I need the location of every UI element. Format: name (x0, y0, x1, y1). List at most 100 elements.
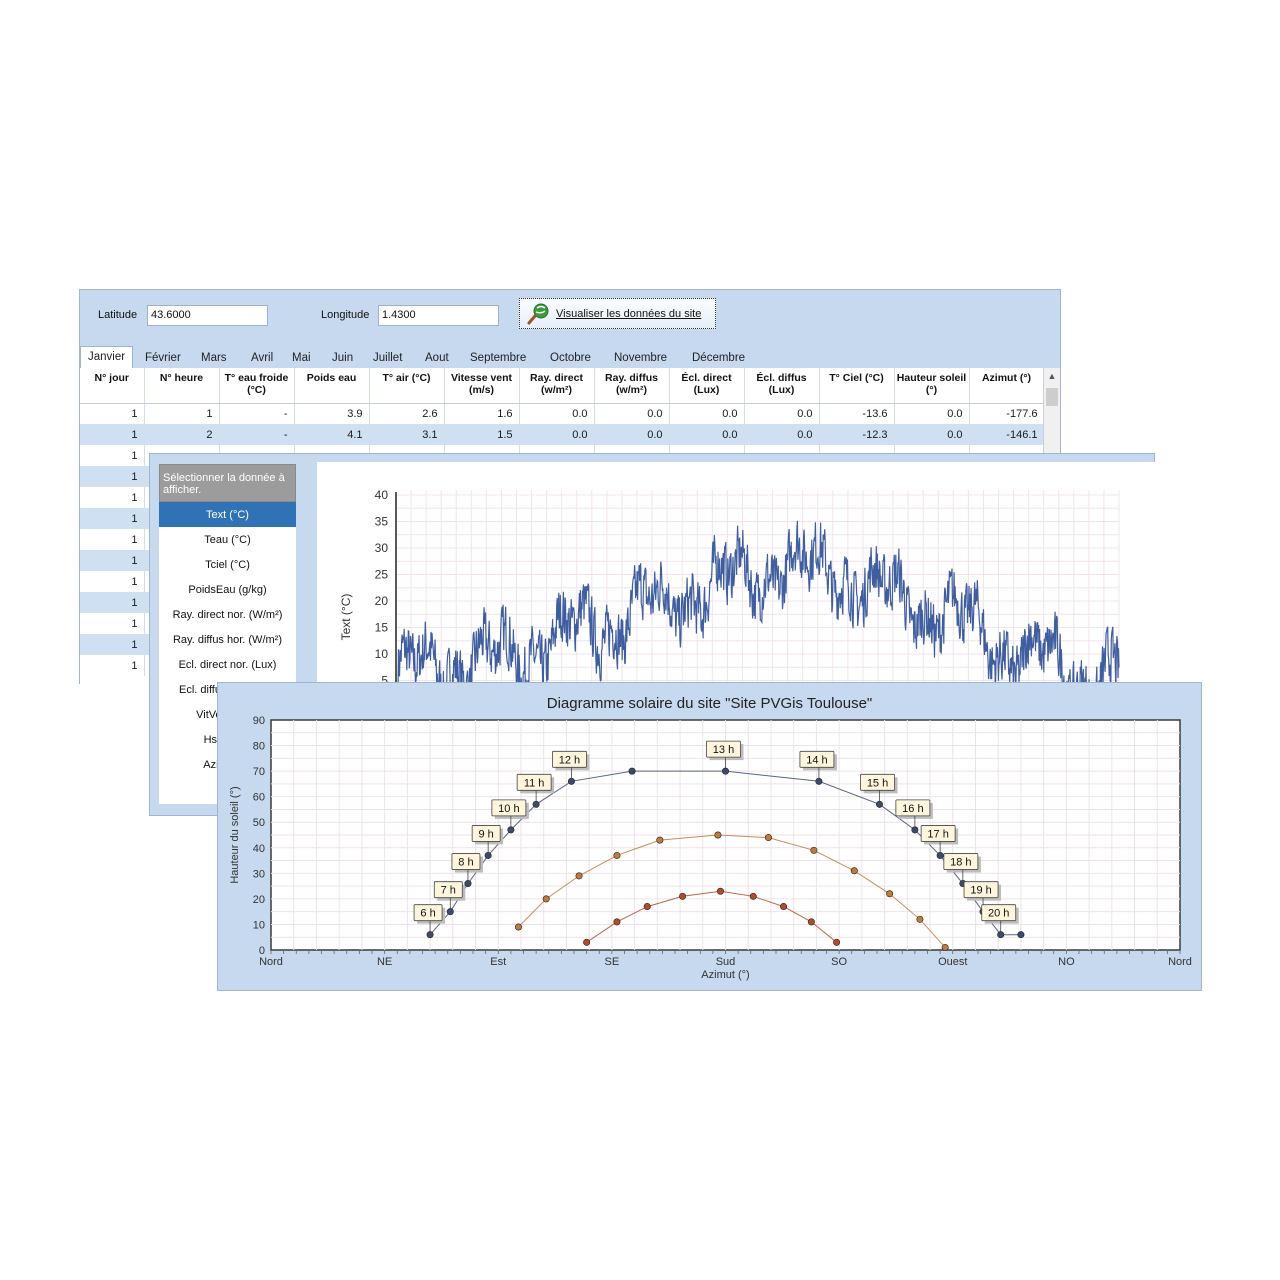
selector-item[interactable]: Tciel (°C) (159, 552, 296, 577)
y-tick-label: 20 (375, 594, 389, 608)
table-row[interactable]: 1 1-3.9 2.6 1.6 0.0 0.0 0.0 0.0 -13.6 0.0 -177.6 (80, 403, 1044, 424)
y-tick-label: 30 (375, 541, 389, 555)
table-cell: - (219, 403, 295, 424)
table-cell: 1 (80, 634, 145, 655)
selector-item[interactable]: Ray. diffus hor. (W/m²) (159, 627, 296, 652)
table-cell: 1 (80, 550, 145, 571)
y-tick-label: 40 (375, 488, 389, 502)
column-header[interactable]: Ray. diffus (w/m²) (594, 368, 670, 404)
column-header[interactable]: T° Ciel (°C) (819, 368, 895, 404)
x-tick-label: Sud (716, 956, 736, 968)
column-header[interactable]: N° heure (144, 368, 220, 404)
hour-label-text: 15 h (867, 777, 888, 789)
y-tick-label: 80 (253, 741, 265, 753)
column-header[interactable]: T° air (°C) (369, 368, 445, 404)
solar-point (583, 938, 591, 946)
solar-point (997, 931, 1005, 939)
column-header[interactable]: Azimut (°) (969, 368, 1044, 404)
column-header[interactable]: Hauteur soleil (°) (894, 368, 970, 404)
solar-point (850, 867, 858, 875)
solar-point (426, 931, 434, 939)
tab-mars[interactable]: Mars (201, 348, 227, 368)
y-tick-label: 35 (375, 515, 389, 529)
table-cell: 1 (80, 424, 145, 445)
solar-point (575, 872, 583, 880)
tab-février[interactable]: Février (145, 348, 181, 368)
solar-point (484, 851, 492, 859)
hour-label-text: 17 h (927, 828, 948, 840)
tab-mai[interactable]: Mai (292, 348, 311, 368)
tab-novembre[interactable]: Novembre (614, 348, 667, 368)
scroll-thumb[interactable] (1046, 388, 1058, 406)
visualize-site-button[interactable]: Visualiser les données du site (519, 298, 716, 329)
solar-point (613, 851, 621, 859)
solar-point (780, 903, 788, 911)
hour-label-text: 6 h (420, 908, 435, 920)
hour-label-text: 12 h (559, 754, 580, 766)
table-cell: 1 (80, 655, 145, 676)
y-axis-label: Text (°C) (339, 594, 353, 641)
solar-diagram-svg: 0102030405060708090Nord NE Est SE Sud SO Ouest… (229, 715, 1192, 981)
month-tabs: Janvier Février Mars Avril Mai Juin Juillet Aou… (80, 346, 1060, 368)
column-header[interactable]: Vitesse vent (m/s) (444, 368, 520, 404)
hour-label-text: 11 h (524, 777, 545, 789)
x-axis-label: Azimut (°) (701, 969, 749, 981)
hour-label-text: 8 h (458, 857, 473, 869)
table-cell: 2.6 (369, 403, 445, 424)
tab-juillet[interactable]: Juillet (373, 348, 402, 368)
table-row[interactable]: 1 2-4.1 3.1 1.5 0.0 0.0 0.0 0.0 -12.3 0.0 -146.1 (80, 424, 1044, 445)
selector-item[interactable]: PoidsEau (g/kg) (159, 577, 296, 602)
column-header[interactable]: Ray. direct (w/m²) (519, 368, 595, 404)
column-header[interactable]: T° eau froide (°C) (219, 368, 295, 404)
solar-point (911, 826, 919, 834)
scroll-up-icon[interactable]: ▲ (1044, 368, 1060, 385)
solar-point (628, 767, 636, 775)
latitude-field[interactable]: 43.6000 (147, 305, 268, 326)
y-tick-label: 30 (253, 868, 265, 880)
selector-item[interactable]: Ray. direct nor. (W/m²) (159, 602, 296, 627)
column-header[interactable]: Poids eau (294, 368, 370, 404)
solar-point (514, 923, 522, 931)
solar-point (507, 826, 515, 834)
tab-octobre[interactable]: Octobre (550, 348, 591, 368)
y-tick-label: 60 (253, 792, 265, 804)
y-tick-label: 50 (253, 817, 265, 829)
column-header[interactable]: Écl. direct (Lux) (669, 368, 745, 404)
longitude-field[interactable]: 1.4300 (378, 305, 499, 326)
selector-item[interactable]: Text (°C) (159, 502, 296, 527)
table-cell: 1 (80, 529, 145, 550)
x-tick-label: NO (1058, 956, 1075, 968)
hour-label-text: 13 h (713, 744, 734, 756)
x-tick-label: Ouest (938, 956, 967, 968)
tab-janvier[interactable]: Janvier (80, 346, 134, 368)
table-cell: 1 (80, 508, 145, 529)
tab-septembre[interactable]: Septembre (470, 348, 526, 368)
table-cell: -12.3 (819, 424, 895, 445)
selector-item[interactable]: Ecl. direct nor. (Lux) (159, 652, 296, 677)
solar-point (833, 938, 841, 946)
y-tick-label: 10 (375, 647, 389, 661)
selector-item[interactable]: Teau (°C) (159, 527, 296, 552)
hour-label-text: 16 h (902, 803, 923, 815)
column-header[interactable]: N° jour (80, 368, 145, 404)
table-cell: -146.1 (969, 424, 1044, 445)
hour-label-text: 10 h (498, 803, 519, 815)
table-cell: 2 (144, 424, 220, 445)
y-tick-label: 25 (375, 568, 389, 582)
column-header[interactable]: Écl. diffus (Lux) (744, 368, 820, 404)
tab-avril[interactable]: Avril (251, 348, 273, 368)
tab-aout[interactable]: Aout (425, 348, 449, 368)
latitude-label: Latitude (98, 309, 138, 321)
solar-point (716, 887, 724, 895)
x-tick-label: SO (831, 956, 847, 968)
table-cell: 1 (80, 613, 145, 634)
table-cell: 0.0 (519, 424, 595, 445)
hour-label-text: 19 h (970, 885, 991, 897)
solar-point (464, 880, 472, 888)
tab-décembre[interactable]: Décembre (692, 348, 745, 368)
y-tick-label: 10 (253, 919, 265, 931)
tab-juin[interactable]: Juin (332, 348, 353, 368)
table-cell: 1 (144, 403, 220, 424)
solar-diagram-window: Diagramme solaire du site "Site PVGis To… (217, 682, 1202, 991)
table-cell: 0.0 (519, 403, 595, 424)
